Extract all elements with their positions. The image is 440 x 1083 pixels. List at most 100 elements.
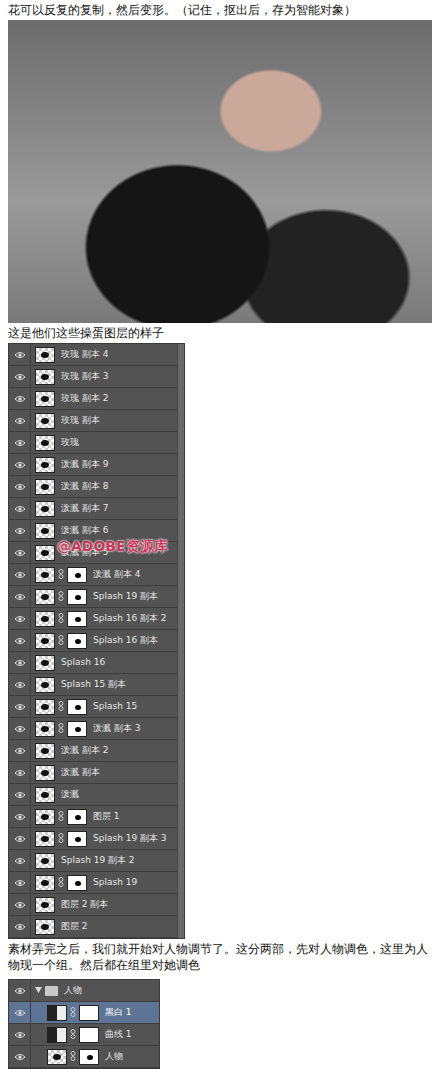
adjustment-icon — [47, 1027, 67, 1043]
eye-icon — [14, 681, 26, 689]
scrollbar[interactable] — [177, 344, 184, 938]
visibility-toggle[interactable] — [9, 388, 31, 409]
layer-row[interactable]: Splash 19 — [9, 872, 184, 894]
layer-row[interactable]: 泼溅 — [9, 784, 184, 806]
layer-mask[interactable] — [67, 611, 87, 627]
visibility-toggle[interactable] — [9, 916, 31, 937]
visibility-toggle[interactable] — [9, 586, 31, 607]
visibility-toggle[interactable] — [9, 432, 31, 453]
layer-mask[interactable] — [67, 831, 87, 847]
layer-row[interactable]: 玫瑰 副本 3 — [9, 366, 184, 388]
layer-name: 泼溅 副本 8 — [61, 480, 108, 494]
visibility-toggle[interactable] — [9, 1002, 31, 1023]
layer-row[interactable]: Splash 19 副本 2 — [9, 850, 184, 872]
visibility-toggle[interactable] — [9, 344, 31, 365]
visibility-toggle[interactable] — [9, 872, 31, 893]
layer-row[interactable]: 泼溅 副本 8 — [9, 476, 184, 498]
eye-icon — [14, 835, 26, 843]
layer-mask[interactable] — [67, 809, 87, 825]
eye-icon — [14, 395, 26, 403]
eye-icon — [14, 637, 26, 645]
layer-mask[interactable] — [67, 567, 87, 583]
layer-row[interactable]: 人物 — [9, 1046, 159, 1068]
thumbnail-content — [41, 792, 49, 798]
layer-row[interactable]: Splash 16 — [9, 652, 184, 674]
visibility-toggle[interactable] — [9, 1024, 31, 1045]
visibility-toggle[interactable] — [9, 520, 31, 541]
visibility-toggle[interactable] — [9, 476, 31, 497]
layer-mask[interactable] — [67, 589, 87, 605]
visibility-toggle[interactable] — [9, 980, 31, 1001]
visibility-toggle[interactable] — [9, 696, 31, 717]
visibility-toggle[interactable] — [9, 894, 31, 915]
layer-row[interactable]: 泼溅 副本 3 — [9, 718, 184, 740]
link-icon — [57, 569, 65, 581]
layer-row[interactable]: 泼溅 副本 — [9, 762, 184, 784]
visibility-toggle[interactable] — [9, 498, 31, 519]
visibility-toggle[interactable] — [9, 366, 31, 387]
eye-icon — [14, 417, 26, 425]
layer-row[interactable]: Splash 15 副本 — [9, 674, 184, 696]
visibility-toggle[interactable] — [9, 674, 31, 695]
layer-name: Splash 16 — [61, 656, 105, 670]
layer-mask[interactable] — [79, 1027, 99, 1043]
layer-row[interactable]: Splash 16 副本 2 — [9, 608, 184, 630]
layer-row[interactable]: 玫瑰 — [9, 432, 184, 454]
expand-arrow-icon[interactable] — [35, 985, 42, 997]
layer-mask[interactable] — [67, 699, 87, 715]
layer-row[interactable]: 泼溅 副本 2 — [9, 740, 184, 762]
layer-mask[interactable] — [67, 721, 87, 737]
layer-row[interactable]: 曲线 1 — [9, 1024, 159, 1046]
visibility-toggle[interactable] — [9, 740, 31, 761]
eye-icon — [14, 725, 26, 733]
visibility-toggle[interactable] — [9, 542, 31, 563]
layer-thumbnail — [35, 919, 55, 935]
layer-row[interactable]: Splash 19 副本 3 — [9, 828, 184, 850]
visibility-toggle[interactable] — [9, 608, 31, 629]
layer-row[interactable]: 图层 2 副本 — [9, 894, 184, 916]
layer-row[interactable]: 玫瑰 副本 2 — [9, 388, 184, 410]
visibility-toggle[interactable] — [9, 1046, 31, 1067]
group-row[interactable]: 人物 — [9, 980, 159, 1002]
visibility-toggle[interactable] — [9, 850, 31, 871]
eye-icon — [14, 791, 26, 799]
visibility-toggle[interactable] — [9, 630, 31, 651]
layer-row[interactable]: 黑白 1 — [9, 1002, 159, 1024]
layer-row[interactable]: 玫瑰 副本 — [9, 410, 184, 432]
layer-row[interactable]: Splash 19 副本 — [9, 586, 184, 608]
visibility-toggle[interactable] — [9, 806, 31, 827]
layer-thumbnail — [35, 435, 55, 451]
layer-name: 泼溅 副本 4 — [93, 568, 140, 582]
link-icon — [57, 635, 65, 647]
thumbnail-content — [41, 660, 49, 666]
visibility-toggle[interactable] — [9, 454, 31, 475]
group-layers-panel: 人物黑白 1曲线 1人物 — [8, 979, 160, 1069]
visibility-toggle[interactable] — [9, 652, 31, 673]
visibility-toggle[interactable] — [9, 784, 31, 805]
visibility-toggle[interactable] — [9, 718, 31, 739]
eye-icon — [14, 813, 26, 821]
layer-row[interactable]: 图层 1 — [9, 806, 184, 828]
layer-name: 图层 1 — [93, 810, 120, 824]
layer-row[interactable]: 泼溅 副本 7 — [9, 498, 184, 520]
layer-row[interactable]: Splash 15 — [9, 696, 184, 718]
layer-row[interactable]: 玫瑰 副本 4 — [9, 344, 184, 366]
eye-icon — [14, 879, 26, 887]
layer-mask[interactable] — [67, 875, 87, 891]
thumbnail-content — [41, 836, 49, 842]
layer-mask[interactable] — [79, 1049, 99, 1065]
layer-row[interactable]: 图层 2 — [9, 916, 184, 938]
layer-row[interactable]: Splash 16 副本 — [9, 630, 184, 652]
visibility-toggle[interactable] — [9, 410, 31, 431]
visibility-toggle[interactable] — [9, 564, 31, 585]
layer-name: 泼溅 副本 — [61, 766, 100, 780]
layer-thumbnail — [35, 831, 55, 847]
layer-mask[interactable] — [67, 633, 87, 649]
layer-mask[interactable] — [79, 1005, 99, 1021]
layer-row[interactable]: 泼溅 副本 9 — [9, 454, 184, 476]
layer-row[interactable]: 泼溅 副本 4 — [9, 564, 184, 586]
visibility-toggle[interactable] — [9, 828, 31, 849]
visibility-toggle[interactable] — [9, 762, 31, 783]
layer-name: Splash 16 副本 2 — [93, 612, 167, 626]
layer-thumbnail — [35, 809, 55, 825]
